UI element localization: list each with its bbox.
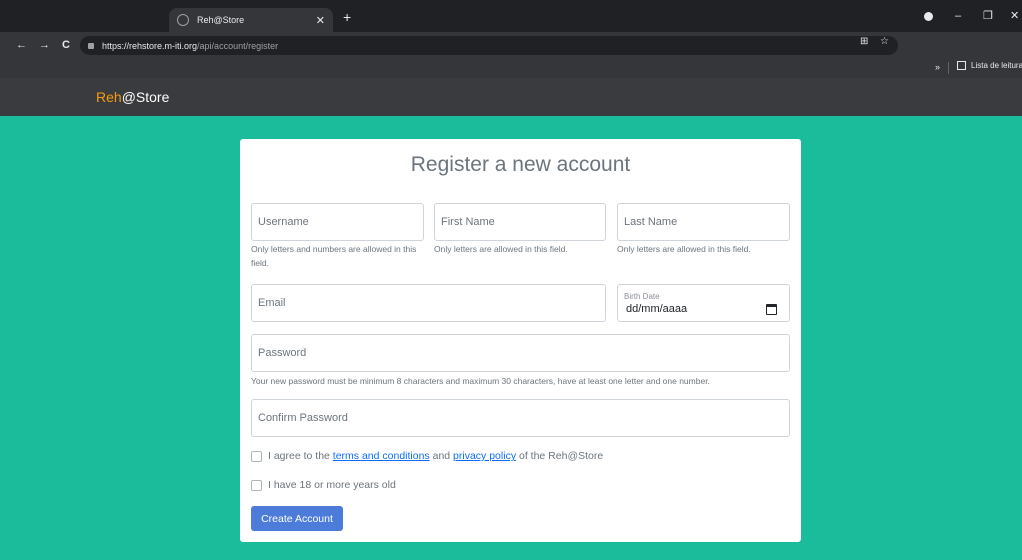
age-label: I have 18 or more years old [268, 479, 396, 491]
forward-icon[interactable]: → [39, 38, 50, 52]
back-icon[interactable]: ← [16, 38, 27, 52]
reading-list-icon [957, 61, 966, 70]
browser-tabstrip: Reh@Store ✕ + – ❐ ✕ [0, 0, 1022, 32]
calendar-icon[interactable] [766, 304, 777, 315]
password-help: Your new password must be minimum 8 char… [251, 376, 710, 386]
tab-title: Reh@Store [197, 15, 245, 25]
brand-rest: @Store [121, 89, 170, 105]
username-help: Only letters and numbers are allowed in … [251, 244, 417, 268]
globe-icon [177, 14, 189, 26]
first-name-input[interactable]: First Name [434, 203, 606, 241]
brand-accent: Reh [96, 89, 122, 105]
page-title: Register a new account [410, 153, 631, 176]
privacy-link[interactable]: privacy policy [453, 450, 516, 462]
terms-prefix: I agree to the [268, 450, 333, 462]
profile-icon[interactable] [924, 12, 933, 21]
create-account-button[interactable]: Create Account [251, 506, 343, 531]
brand-logo[interactable]: Reh@Store [96, 88, 169, 106]
close-window-button[interactable]: ✕ [1010, 9, 1019, 23]
bookmarks-more-icon[interactable]: » [935, 62, 940, 72]
birth-date-value: dd/mm/aaaa [626, 303, 688, 315]
bookmarks-divider [948, 62, 949, 74]
terms-link[interactable]: terms and conditions [333, 450, 430, 462]
confirm-password-input[interactable]: Confirm Password [251, 399, 790, 437]
reload-icon[interactable]: C [62, 38, 70, 52]
translate-icon[interactable]: ⊞ [860, 35, 868, 49]
bookmarks-bar: » Lista de leitura [0, 58, 1022, 78]
tab-close-icon[interactable]: ✕ [316, 14, 325, 27]
site-navbar: Reh@Store [0, 78, 1022, 116]
browser-tab[interactable]: Reh@Store ✕ [169, 8, 333, 32]
username-input[interactable]: Username [251, 203, 424, 241]
terms-checkbox-row: I agree to the terms and conditions and … [251, 450, 603, 462]
birth-date-label: Birth Date [624, 292, 660, 301]
email-input[interactable]: Email [251, 284, 606, 322]
terms-checkbox[interactable] [251, 450, 262, 462]
password-input[interactable]: Password [251, 334, 790, 372]
terms-and: and [429, 450, 454, 462]
bookmark-star-icon[interactable]: ☆ [880, 35, 889, 49]
last-name-input[interactable]: Last Name [617, 203, 790, 241]
url-path: /api/account/register [197, 40, 279, 51]
url-host: https://rehstore.m-iti.org [102, 40, 198, 51]
last-name-help: Only letters are allowed in this field. [617, 244, 751, 254]
age-checkbox[interactable] [251, 479, 262, 491]
register-card: Register a new account Username Only let… [240, 139, 801, 542]
address-bar[interactable]: https://rehstore.m-iti.org /api/account/… [80, 36, 898, 55]
restore-button[interactable]: ❐ [983, 9, 993, 23]
reading-list-label: Lista de leitura [971, 61, 1022, 70]
new-tab-button[interactable]: + [343, 10, 351, 24]
browser-toolbar: ← → C https://rehstore.m-iti.org /api/ac… [0, 32, 1022, 58]
first-name-help: Only letters are allowed in this field. [434, 244, 568, 254]
minimize-button[interactable]: – [955, 9, 961, 23]
lock-icon [88, 42, 94, 49]
birth-date-input[interactable]: Birth Date dd/mm/aaaa [617, 284, 790, 322]
reading-list-button[interactable]: Lista de leitura [957, 61, 1022, 70]
age-checkbox-row: I have 18 or more years old [251, 479, 396, 491]
terms-suffix: of the Reh@Store [516, 450, 604, 462]
